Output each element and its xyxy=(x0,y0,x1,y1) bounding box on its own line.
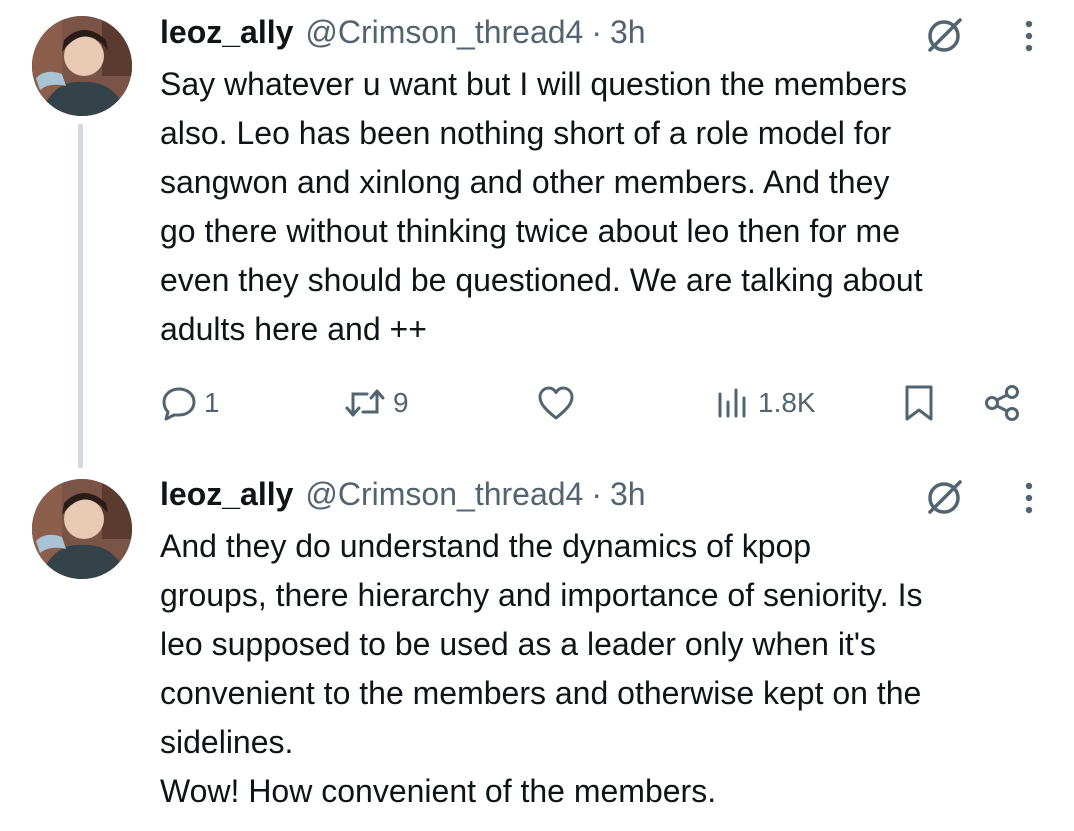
tweet-text: And they do understand the dynamics of k… xyxy=(160,528,923,809)
avatar[interactable] xyxy=(32,16,132,116)
bookmark-button[interactable] xyxy=(900,378,938,428)
bookmark-icon xyxy=(900,383,938,423)
reply-button[interactable]: 1 xyxy=(160,378,220,428)
separator: · xyxy=(591,13,602,50)
author-name[interactable]: leoz_ally xyxy=(160,476,293,513)
grok-icon[interactable] xyxy=(922,476,966,520)
grok-icon[interactable] xyxy=(922,14,966,58)
views-button[interactable]: 1.8K xyxy=(716,378,816,428)
views-count: 1.8K xyxy=(758,387,816,418)
share-button[interactable] xyxy=(982,378,1022,428)
share-icon xyxy=(982,383,1022,423)
timestamp[interactable]: 3h xyxy=(610,14,646,51)
reply-icon xyxy=(160,384,198,422)
repost-count: 9 xyxy=(393,387,409,418)
tweet-2[interactable]: leoz_ally @Crimson_thread4 · 3h And they… xyxy=(0,466,1074,831)
tweet-header: leoz_ally @Crimson_thread4 · 3h xyxy=(160,474,646,514)
action-bar: 1 9 1.8K xyxy=(160,378,1060,428)
author-name[interactable]: leoz_ally xyxy=(160,14,293,51)
heart-icon xyxy=(536,384,576,422)
separator: · xyxy=(591,475,602,512)
tweet-text: Say whatever u want but I will question … xyxy=(160,66,923,347)
reply-count: 1 xyxy=(204,387,220,418)
repost-icon xyxy=(343,384,387,422)
avatar[interactable] xyxy=(32,479,132,579)
author-handle[interactable]: @Crimson_thread4 xyxy=(305,476,583,513)
repost-button[interactable]: 9 xyxy=(343,378,409,428)
views-icon xyxy=(716,384,752,422)
timestamp[interactable]: 3h xyxy=(610,476,646,513)
tweet-header: leoz_ally @Crimson_thread4 · 3h xyxy=(160,12,646,52)
like-button[interactable] xyxy=(536,378,576,428)
more-icon[interactable] xyxy=(1014,476,1044,520)
thread-line xyxy=(78,124,83,468)
more-icon[interactable] xyxy=(1014,14,1044,58)
author-handle[interactable]: @Crimson_thread4 xyxy=(305,14,583,51)
tweet-1[interactable]: leoz_ally @Crimson_thread4 · 3h Say what… xyxy=(0,0,1074,468)
